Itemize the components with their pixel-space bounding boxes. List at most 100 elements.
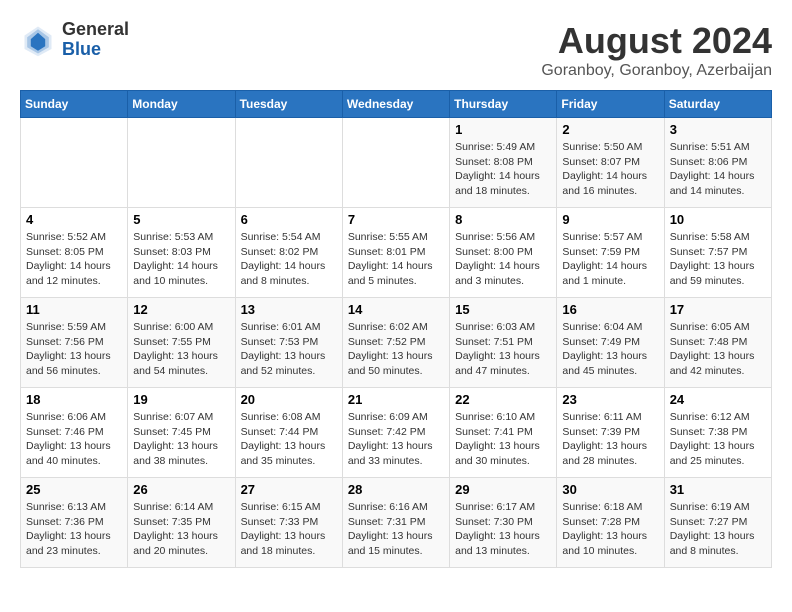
weekday-header-saturday: Saturday bbox=[664, 91, 771, 118]
calendar-cell: 21 Sunrise: 6:09 AM Sunset: 7:42 PM Dayli… bbox=[342, 388, 449, 478]
calendar-cell: 9 Sunrise: 5:57 AM Sunset: 7:59 PM Daylig… bbox=[557, 208, 664, 298]
day-info: Sunrise: 6:13 AM Sunset: 7:36 PM Dayligh… bbox=[26, 500, 122, 559]
day-number: 27 bbox=[241, 482, 337, 497]
day-info: Sunrise: 5:51 AM Sunset: 8:06 PM Dayligh… bbox=[670, 140, 766, 199]
weekday-header-thursday: Thursday bbox=[450, 91, 557, 118]
day-number: 14 bbox=[348, 302, 444, 317]
title-block: August 2024 Goranboy, Goranboy, Azerbaij… bbox=[541, 20, 772, 80]
day-info: Sunrise: 6:04 AM Sunset: 7:49 PM Dayligh… bbox=[562, 320, 658, 379]
day-number: 9 bbox=[562, 212, 658, 227]
calendar-table: SundayMondayTuesdayWednesdayThursdayFrid… bbox=[20, 90, 772, 568]
logo: General Blue bbox=[20, 20, 129, 60]
day-number: 7 bbox=[348, 212, 444, 227]
day-info: Sunrise: 5:56 AM Sunset: 8:00 PM Dayligh… bbox=[455, 230, 551, 289]
weekday-header-sunday: Sunday bbox=[21, 91, 128, 118]
calendar-cell: 25 Sunrise: 6:13 AM Sunset: 7:36 PM Dayli… bbox=[21, 478, 128, 568]
calendar-cell: 31 Sunrise: 6:19 AM Sunset: 7:27 PM Dayli… bbox=[664, 478, 771, 568]
day-info: Sunrise: 6:17 AM Sunset: 7:30 PM Dayligh… bbox=[455, 500, 551, 559]
day-info: Sunrise: 5:59 AM Sunset: 7:56 PM Dayligh… bbox=[26, 320, 122, 379]
day-number: 22 bbox=[455, 392, 551, 407]
weekday-header-row: SundayMondayTuesdayWednesdayThursdayFrid… bbox=[21, 91, 772, 118]
calendar-cell: 13 Sunrise: 6:01 AM Sunset: 7:53 PM Dayli… bbox=[235, 298, 342, 388]
day-info: Sunrise: 5:55 AM Sunset: 8:01 PM Dayligh… bbox=[348, 230, 444, 289]
day-number: 25 bbox=[26, 482, 122, 497]
day-info: Sunrise: 6:19 AM Sunset: 7:27 PM Dayligh… bbox=[670, 500, 766, 559]
day-info: Sunrise: 6:10 AM Sunset: 7:41 PM Dayligh… bbox=[455, 410, 551, 469]
day-info: Sunrise: 5:57 AM Sunset: 7:59 PM Dayligh… bbox=[562, 230, 658, 289]
calendar-cell: 6 Sunrise: 5:54 AM Sunset: 8:02 PM Daylig… bbox=[235, 208, 342, 298]
calendar-cell: 14 Sunrise: 6:02 AM Sunset: 7:52 PM Dayli… bbox=[342, 298, 449, 388]
day-number: 17 bbox=[670, 302, 766, 317]
calendar-cell: 11 Sunrise: 5:59 AM Sunset: 7:56 PM Dayli… bbox=[21, 298, 128, 388]
day-number: 19 bbox=[133, 392, 229, 407]
calendar-week-row: 18Sunrise: 6:06 AM Sunset: 7:46 PM Dayli… bbox=[21, 388, 772, 478]
weekday-header-wednesday: Wednesday bbox=[342, 91, 449, 118]
day-number: 2 bbox=[562, 122, 658, 137]
day-number: 31 bbox=[670, 482, 766, 497]
day-info: Sunrise: 6:07 AM Sunset: 7:45 PM Dayligh… bbox=[133, 410, 229, 469]
day-info: Sunrise: 6:00 AM Sunset: 7:55 PM Dayligh… bbox=[133, 320, 229, 379]
day-info: Sunrise: 5:52 AM Sunset: 8:05 PM Dayligh… bbox=[26, 230, 122, 289]
calendar-cell: 29 Sunrise: 6:17 AM Sunset: 7:30 PM Dayli… bbox=[450, 478, 557, 568]
calendar-cell: 18Sunrise: 6:06 AM Sunset: 7:46 PM Dayli… bbox=[21, 388, 128, 478]
calendar-cell: 20Sunrise: 6:08 AM Sunset: 7:44 PM Dayli… bbox=[235, 388, 342, 478]
day-info: Sunrise: 6:03 AM Sunset: 7:51 PM Dayligh… bbox=[455, 320, 551, 379]
day-info: Sunrise: 5:58 AM Sunset: 7:57 PM Dayligh… bbox=[670, 230, 766, 289]
logo-text: General Blue bbox=[62, 20, 129, 60]
day-number: 10 bbox=[670, 212, 766, 227]
calendar-cell: 24Sunrise: 6:12 AM Sunset: 7:38 PM Dayli… bbox=[664, 388, 771, 478]
day-number: 1 bbox=[455, 122, 551, 137]
day-number: 5 bbox=[133, 212, 229, 227]
logo-icon bbox=[20, 22, 56, 58]
day-number: 6 bbox=[241, 212, 337, 227]
day-number: 8 bbox=[455, 212, 551, 227]
day-info: Sunrise: 6:08 AM Sunset: 7:44 PM Dayligh… bbox=[241, 410, 337, 469]
calendar-week-row: 25 Sunrise: 6:13 AM Sunset: 7:36 PM Dayli… bbox=[21, 478, 772, 568]
calendar-week-row: 1 Sunrise: 5:49 AM Sunset: 8:08 PM Daylig… bbox=[21, 118, 772, 208]
calendar-cell: 2 Sunrise: 5:50 AM Sunset: 8:07 PM Daylig… bbox=[557, 118, 664, 208]
calendar-week-row: 4Sunrise: 5:52 AM Sunset: 8:05 PM Daylig… bbox=[21, 208, 772, 298]
day-number: 30 bbox=[562, 482, 658, 497]
calendar-cell: 19 Sunrise: 6:07 AM Sunset: 7:45 PM Dayli… bbox=[128, 388, 235, 478]
calendar-cell: 26Sunrise: 6:14 AM Sunset: 7:35 PM Dayli… bbox=[128, 478, 235, 568]
day-info: Sunrise: 6:06 AM Sunset: 7:46 PM Dayligh… bbox=[26, 410, 122, 469]
day-number: 16 bbox=[562, 302, 658, 317]
calendar-cell: 30Sunrise: 6:18 AM Sunset: 7:28 PM Dayli… bbox=[557, 478, 664, 568]
day-number: 29 bbox=[455, 482, 551, 497]
day-info: Sunrise: 6:16 AM Sunset: 7:31 PM Dayligh… bbox=[348, 500, 444, 559]
calendar-cell: 16 Sunrise: 6:04 AM Sunset: 7:49 PM Dayli… bbox=[557, 298, 664, 388]
day-number: 24 bbox=[670, 392, 766, 407]
day-info: Sunrise: 5:50 AM Sunset: 8:07 PM Dayligh… bbox=[562, 140, 658, 199]
calendar-cell: 22 Sunrise: 6:10 AM Sunset: 7:41 PM Dayli… bbox=[450, 388, 557, 478]
calendar-cell: 4Sunrise: 5:52 AM Sunset: 8:05 PM Daylig… bbox=[21, 208, 128, 298]
day-number: 23 bbox=[562, 392, 658, 407]
day-info: Sunrise: 6:09 AM Sunset: 7:42 PM Dayligh… bbox=[348, 410, 444, 469]
calendar-cell: 7 Sunrise: 5:55 AM Sunset: 8:01 PM Daylig… bbox=[342, 208, 449, 298]
calendar-cell: 27Sunrise: 6:15 AM Sunset: 7:33 PM Dayli… bbox=[235, 478, 342, 568]
day-number: 28 bbox=[348, 482, 444, 497]
day-info: Sunrise: 6:11 AM Sunset: 7:39 PM Dayligh… bbox=[562, 410, 658, 469]
page-header: General Blue August 2024 Goranboy, Goran… bbox=[20, 20, 772, 80]
calendar-cell bbox=[235, 118, 342, 208]
location: Goranboy, Goranboy, Azerbaijan bbox=[541, 62, 772, 80]
calendar-cell: 17 Sunrise: 6:05 AM Sunset: 7:48 PM Dayli… bbox=[664, 298, 771, 388]
day-info: Sunrise: 6:02 AM Sunset: 7:52 PM Dayligh… bbox=[348, 320, 444, 379]
weekday-header-monday: Monday bbox=[128, 91, 235, 118]
day-info: Sunrise: 6:05 AM Sunset: 7:48 PM Dayligh… bbox=[670, 320, 766, 379]
day-number: 11 bbox=[26, 302, 122, 317]
day-number: 15 bbox=[455, 302, 551, 317]
calendar-cell: 28 Sunrise: 6:16 AM Sunset: 7:31 PM Dayli… bbox=[342, 478, 449, 568]
day-info: Sunrise: 5:54 AM Sunset: 8:02 PM Dayligh… bbox=[241, 230, 337, 289]
month-year: August 2024 bbox=[541, 20, 772, 62]
calendar-cell: 3Sunrise: 5:51 AM Sunset: 8:06 PM Daylig… bbox=[664, 118, 771, 208]
calendar-cell: 15 Sunrise: 6:03 AM Sunset: 7:51 PM Dayli… bbox=[450, 298, 557, 388]
weekday-header-tuesday: Tuesday bbox=[235, 91, 342, 118]
day-info: Sunrise: 6:01 AM Sunset: 7:53 PM Dayligh… bbox=[241, 320, 337, 379]
day-info: Sunrise: 5:49 AM Sunset: 8:08 PM Dayligh… bbox=[455, 140, 551, 199]
calendar-cell: 8 Sunrise: 5:56 AM Sunset: 8:00 PM Daylig… bbox=[450, 208, 557, 298]
day-number: 21 bbox=[348, 392, 444, 407]
calendar-cell: 1 Sunrise: 5:49 AM Sunset: 8:08 PM Daylig… bbox=[450, 118, 557, 208]
calendar-cell: 5Sunrise: 5:53 AM Sunset: 8:03 PM Daylig… bbox=[128, 208, 235, 298]
calendar-cell bbox=[21, 118, 128, 208]
day-number: 13 bbox=[241, 302, 337, 317]
